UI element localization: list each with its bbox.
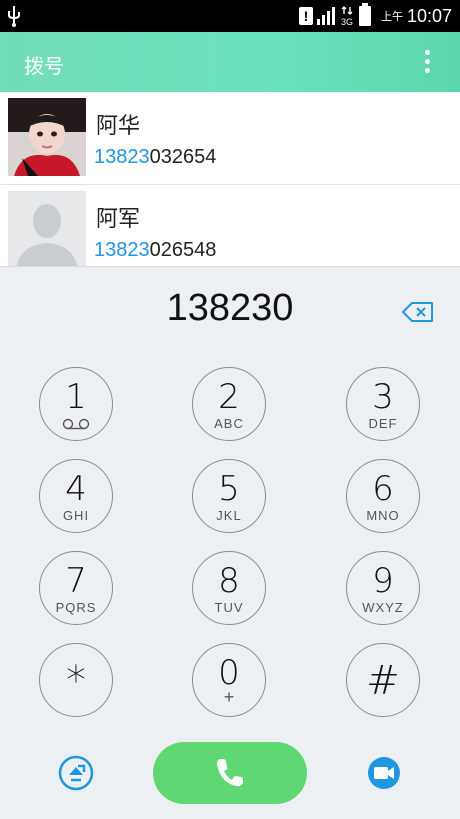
key-star[interactable]: * [39,643,113,717]
key-7[interactable]: 7 PQRS [39,551,113,625]
battery-icon [358,3,371,26]
signal-icon [316,7,335,25]
page-title: 拨号 [24,56,64,78]
key-6[interactable]: 6 MNO [346,459,420,533]
usb-icon [8,6,20,27]
avatar [8,191,86,268]
list-item[interactable]: 阿华 13823032654 [0,92,460,185]
status-ampm: 上午 [380,11,403,23]
video-call-icon[interactable] [365,754,403,792]
key-4[interactable]: 4 GHI [39,459,113,533]
status-bar: ! 3G 上午 10:07 [0,0,460,32]
backspace-icon[interactable] [402,301,434,323]
number-rest: 032654 [149,146,217,168]
dialpad: 138230 1 2 ABC 3 DEF 4 GHI 5 JKL 6 MNO 7 PQRS … [0,266,460,819]
number-match: 13823 [94,239,150,261]
number-match: 13823 [94,146,150,168]
key-1[interactable]: 1 [39,367,113,441]
avatar [8,98,86,176]
phone-icon [217,759,243,787]
number-rest: 026548 [149,239,217,261]
key-hash[interactable]: # [346,643,420,717]
call-button[interactable] [153,742,307,804]
overflow-menu-icon[interactable] [424,50,432,74]
list-item[interactable]: 阿军 13823026548 [0,185,460,268]
key-5[interactable]: 5 JKL [192,459,266,533]
sim-switch-icon[interactable] [57,754,95,792]
dialed-number: 138230 [166,287,294,329]
network-3g-icon: 3G [341,6,353,26]
contact-name: 阿军 [96,206,141,231]
contact-number: 13823026548 [94,239,216,262]
contact-number: 13823032654 [94,146,216,169]
contact-name: 阿华 [96,113,141,138]
app-bar: 拨号 [0,32,460,92]
key-0[interactable]: 0 + [192,643,266,717]
key-9[interactable]: 9 WXYZ [346,551,420,625]
voicemail-icon [62,418,90,430]
key-3[interactable]: 3 DEF [346,367,420,441]
key-8[interactable]: 8 TUV [192,551,266,625]
contact-suggestions: 阿华 13823032654 阿军 13823026548 [0,92,460,268]
key-2[interactable]: 2 ABC [192,367,266,441]
svg-text:3G: 3G [341,17,353,26]
alert-icon: ! [298,7,313,25]
status-time: 10:07 [406,5,452,26]
